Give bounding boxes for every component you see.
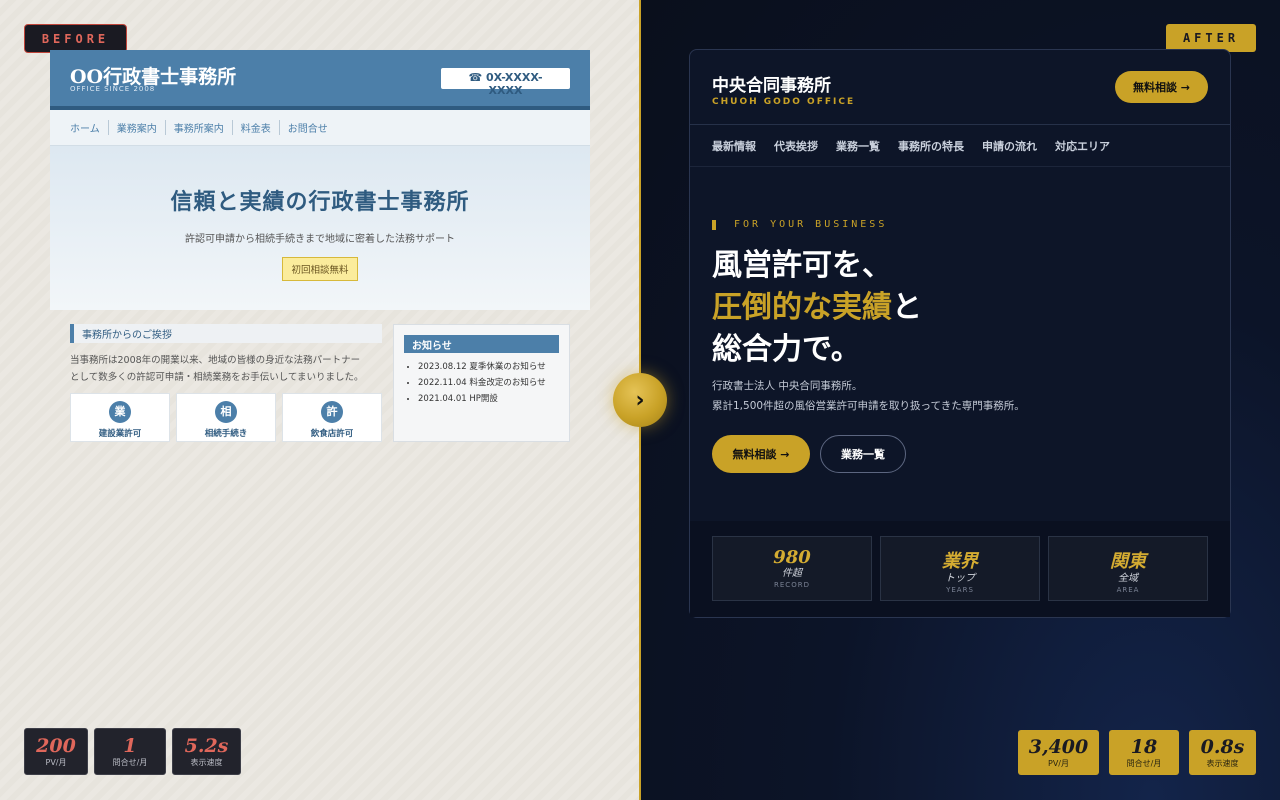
- desc-line-2: 累計1,500件超の風俗営業許可申請を取り扱ってきた専門事務所。: [712, 400, 1025, 412]
- new-stat-label: 件超: [782, 568, 802, 579]
- headline-gold: 圧倒的な実績: [712, 290, 892, 325]
- old-greeting-heading: 事務所からのご挨拶: [70, 324, 382, 343]
- old-service-card[interactable]: 相 相続手続き: [176, 393, 276, 442]
- headline-line-1: 風営許可を、: [712, 248, 892, 283]
- metric-label: 表示速度: [1206, 759, 1239, 768]
- metric-value: 200: [36, 735, 76, 757]
- eyebrow-bar: [712, 219, 716, 230]
- new-stat-sub: RECORD: [774, 581, 810, 589]
- new-site-header: 中央合同事務所 CHUOH GODO OFFICE 無料相談 →: [690, 50, 1230, 125]
- old-news-heading: お知らせ: [404, 335, 559, 353]
- new-header-consult-button[interactable]: 無料相談 →: [1115, 71, 1208, 103]
- new-nav-features[interactable]: 事務所の特長: [898, 138, 964, 154]
- after-metric-speed: 0.8s 表示速度: [1189, 730, 1256, 775]
- metric-value: 1: [123, 735, 137, 757]
- old-service-icon: 相: [215, 401, 237, 423]
- old-news-list: 2023.08.12 夏季休業のお知らせ 2022.11.04 料金改定のお知ら…: [418, 359, 569, 407]
- headline-line-2-rest: と: [892, 290, 922, 325]
- new-nav-services[interactable]: 業務一覧: [836, 138, 880, 154]
- new-nav-flow[interactable]: 申請の流れ: [982, 138, 1037, 154]
- metric-label: PV/月: [45, 758, 67, 767]
- new-hero-eyebrow-text: FOR YOUR BUSINESS: [734, 219, 888, 230]
- after-metric-pv: 3,400 PV/月: [1018, 730, 1099, 775]
- new-stats: 980 件超 RECORD 業界 トップ YEARS 関東 全域 AREA: [712, 536, 1208, 601]
- old-service-label: 相続手続き: [204, 429, 248, 439]
- chevron-right-icon[interactable]: ›: [613, 373, 667, 427]
- metric-label: 問合せ/月: [112, 758, 148, 767]
- old-greeting-line-1: 当事務所は2008年の開業以来、地域の皆様の身近な法務パートナー: [70, 355, 361, 366]
- old-phone-button[interactable]: ☎ 0X-XXXX-XXXX: [441, 68, 570, 97]
- metric-label: 表示速度: [190, 758, 223, 767]
- new-nav-greeting[interactable]: 代表挨拶: [774, 138, 818, 154]
- before-metric-pv: 200 PV/月: [24, 728, 88, 775]
- old-nav-services[interactable]: 業務案内: [109, 120, 166, 135]
- before-metric-inquiries: 1 問合せ/月: [94, 728, 166, 775]
- headline-line-2: 圧倒的な実績と: [712, 287, 922, 329]
- after-tag: AFTER: [1166, 24, 1256, 52]
- new-hero: FOR YOUR BUSINESS 風営許可を、 圧倒的な実績と 総合力で。 行…: [690, 167, 1230, 522]
- old-nav-about[interactable]: 事務所案内: [166, 120, 233, 135]
- new-nav-area[interactable]: 対応エリア: [1055, 138, 1110, 154]
- metric-value: 0.8s: [1200, 736, 1245, 758]
- new-stat-sub: YEARS: [946, 586, 974, 594]
- old-service-cards: 業 建設業許可 相 相続手続き 許 飲食店許可: [70, 393, 382, 442]
- metric-value: 3,400: [1028, 736, 1089, 758]
- old-site-subtitle: OFFICE SINCE 2008: [70, 85, 156, 93]
- old-service-icon: 許: [321, 401, 343, 423]
- metric-value: 5.2s: [184, 735, 229, 757]
- old-nav-contact[interactable]: お問合せ: [280, 120, 336, 135]
- metric-label: PV/月: [1048, 759, 1069, 768]
- new-stat-label: トップ: [945, 573, 975, 584]
- new-nav-news[interactable]: 最新情報: [712, 138, 756, 154]
- old-site-header: OO行政書士事務所 OFFICE SINCE 2008 ☎ 0X-XXXX-XX…: [50, 50, 590, 110]
- after-metric-inquiries: 18 問合せ/月: [1109, 730, 1179, 775]
- old-greeting-line-2: として数多くの許認可申請・相続業務をお手伝いしてまいりました。: [70, 372, 364, 383]
- headline-line-3: 総合力で。: [712, 332, 861, 367]
- old-service-label: 建設業許可: [98, 429, 142, 439]
- before-metrics: 200 PV/月 1 問合せ/月 5.2s 表示速度: [24, 728, 241, 775]
- before-tag: BEFORE: [24, 24, 127, 53]
- old-service-card[interactable]: 業 建設業許可: [70, 393, 170, 442]
- old-service-label: 飲食店許可: [310, 429, 354, 439]
- metric-value: 18: [1130, 736, 1158, 758]
- before-metric-speed: 5.2s 表示速度: [172, 728, 241, 775]
- old-hero-text: 許認可申請から相続手続きまで地域に密着した法務サポート: [185, 234, 455, 245]
- new-stat-value: 980: [773, 547, 811, 568]
- new-stat-value: 関東: [1110, 551, 1146, 572]
- new-stat-card: 980 件超 RECORD: [712, 536, 872, 601]
- old-news-box: お知らせ 2023.08.12 夏季休業のお知らせ 2022.11.04 料金改…: [393, 324, 570, 442]
- old-free-consult-button[interactable]: 初回相談無料: [282, 257, 358, 281]
- new-stat-sub: AREA: [1116, 586, 1140, 594]
- new-stat-card: 関東 全域 AREA: [1048, 536, 1208, 601]
- new-hero-services-button[interactable]: 業務一覧: [820, 435, 906, 473]
- old-news-item[interactable]: 2021.04.01 HP開設: [418, 391, 569, 407]
- new-hero-description: 行政書士法人 中央合同事務所。 累計1,500件超の風俗営業許可申請を取り扱って…: [712, 376, 1025, 416]
- new-stat-card: 業界 トップ YEARS: [880, 536, 1040, 601]
- new-site-subtitle: CHUOH GODO OFFICE: [712, 97, 856, 107]
- old-service-card[interactable]: 許 飲食店許可: [282, 393, 382, 442]
- new-site-title: 中央合同事務所: [712, 76, 831, 96]
- old-hero-title: 信頼と実績の行政書士事務所: [170, 189, 470, 215]
- old-greeting-text: 当事務所は2008年の開業以来、地域の皆様の身近な法務パートナー として数多くの…: [70, 352, 390, 386]
- new-hero-eyebrow: FOR YOUR BUSINESS: [712, 219, 887, 230]
- metric-label: 問合せ/月: [1126, 759, 1162, 768]
- old-nav-home[interactable]: ホーム: [62, 120, 109, 135]
- old-news-item[interactable]: 2022.11.04 料金改定のお知らせ: [418, 375, 569, 391]
- desc-line-1: 行政書士法人 中央合同事務所。: [712, 380, 863, 392]
- new-hero-headline: 風営許可を、 圧倒的な実績と 総合力で。: [712, 245, 922, 371]
- old-hero: 信頼と実績の行政書士事務所 許認可申請から相続手続きまで地域に密着した法務サポー…: [50, 146, 590, 310]
- after-metrics: 3,400 PV/月 18 問合せ/月 0.8s 表示速度: [1018, 730, 1256, 775]
- old-site-nav: ホーム 業務案内 事務所案内 料金表 お問合せ: [50, 110, 590, 146]
- old-service-icon: 業: [109, 401, 131, 423]
- new-site-nav: 最新情報 代表挨拶 業務一覧 事務所の特長 申請の流れ 対応エリア: [690, 125, 1230, 167]
- new-stat-value: 業界: [942, 551, 978, 572]
- new-hero-consult-button[interactable]: 無料相談 →: [712, 435, 810, 473]
- old-news-item[interactable]: 2023.08.12 夏季休業のお知らせ: [418, 359, 569, 375]
- new-stat-label: 全域: [1118, 573, 1138, 584]
- old-nav-pricing[interactable]: 料金表: [233, 120, 280, 135]
